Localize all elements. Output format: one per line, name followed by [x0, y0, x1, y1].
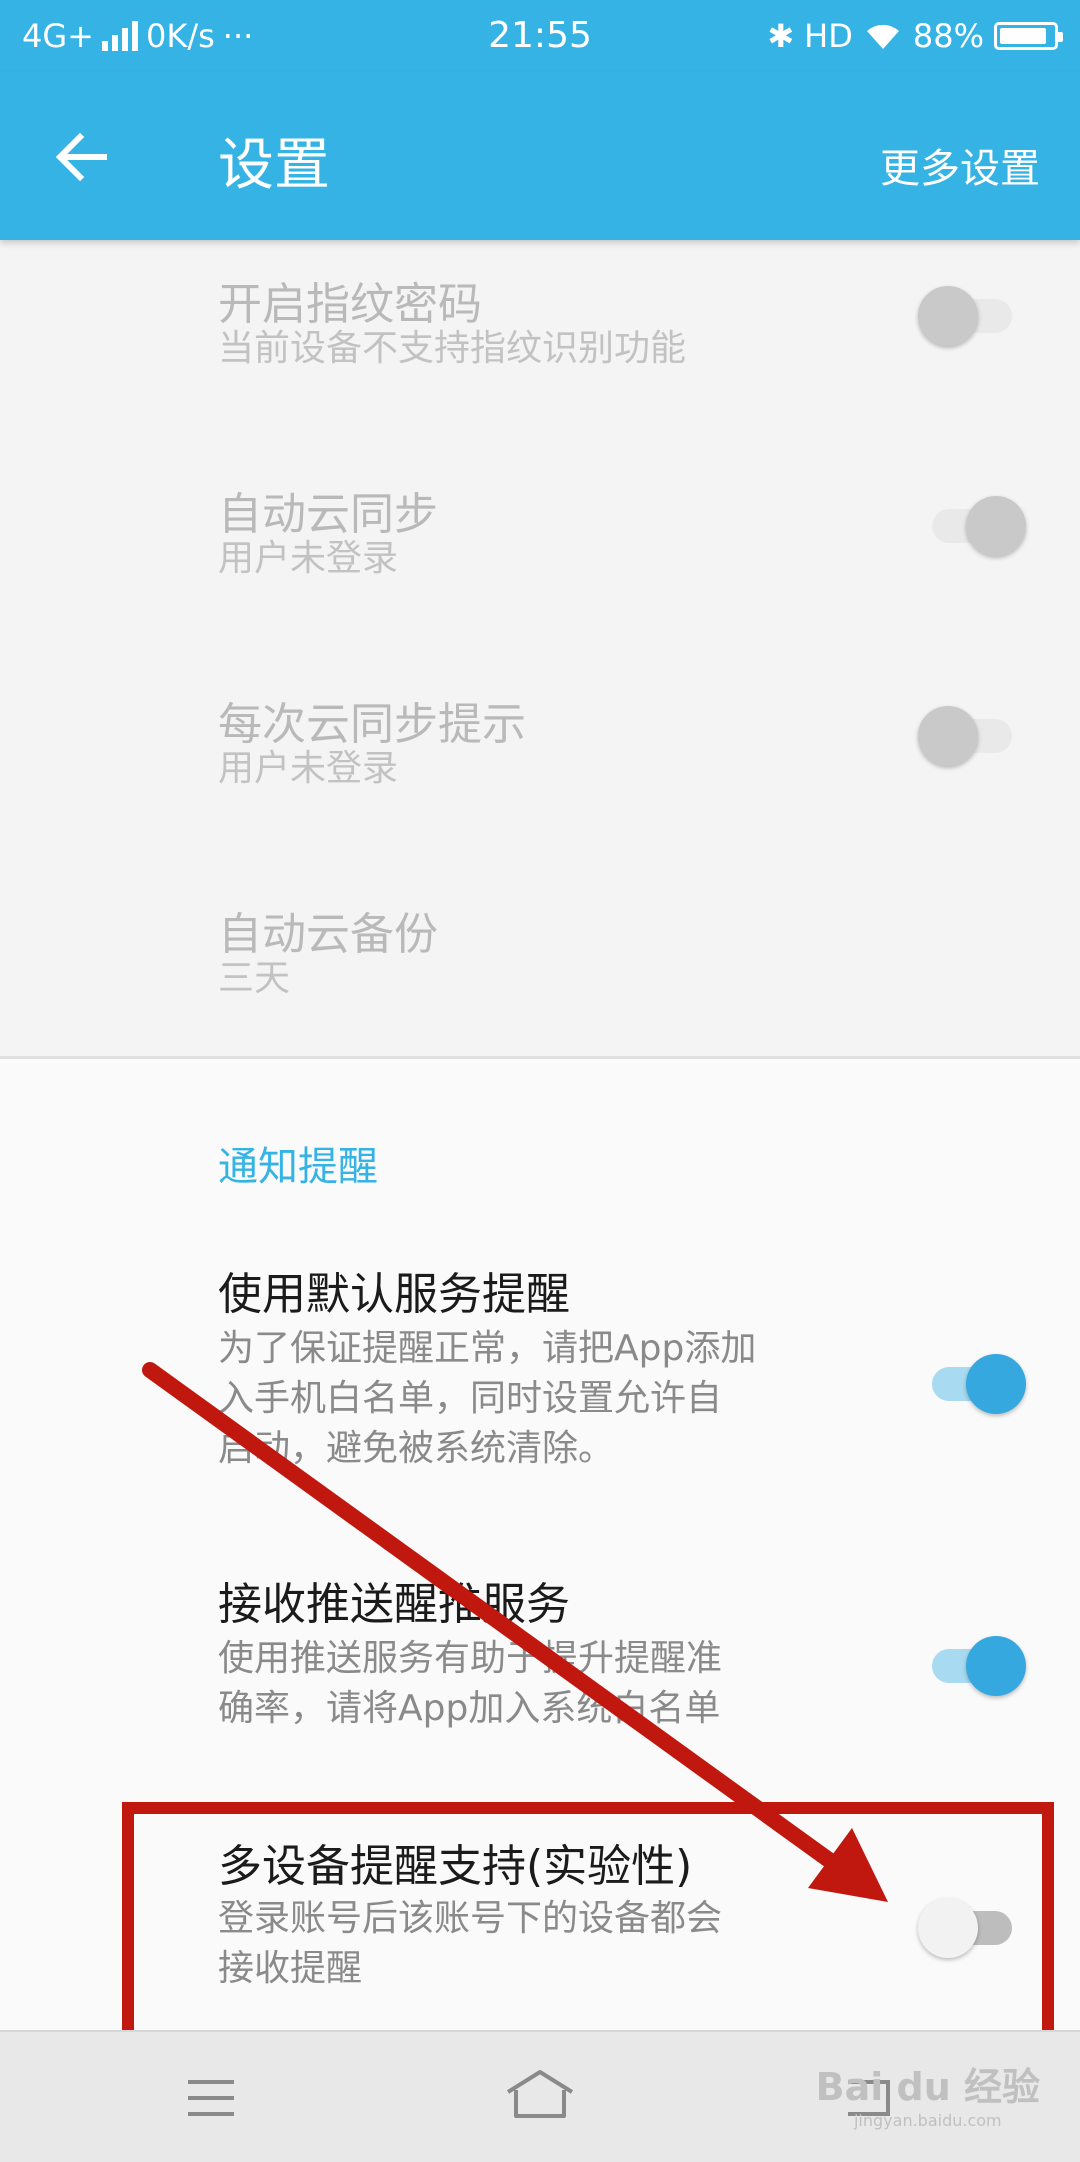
auto-sync-toggle[interactable]	[924, 496, 1026, 556]
hd-indicator: HD	[804, 17, 853, 55]
app-bar: 设置 更多设置	[0, 72, 1080, 240]
setting-default-reminder[interactable]: 使用默认服务提醒 为了保证提醒正常，请把App添加 入手机白名单，同时设置允许自…	[0, 1230, 1080, 1480]
setting-sync-prompt[interactable]: 每次云同步提示 用户未登录	[0, 660, 1080, 820]
setting-title: 自动云备份	[218, 909, 438, 960]
back-arrow-icon[interactable]	[48, 122, 118, 192]
setting-subtitle: 当前设备不支持指纹识别功能	[218, 328, 687, 369]
setting-title: 使用默认服务提醒	[218, 1269, 570, 1320]
setting-title: 开启指纹密码	[218, 279, 482, 330]
status-right: ✱ HD 88%	[767, 17, 1063, 55]
watermark-line2: jingyan.baidu.com	[853, 2111, 1002, 2130]
setting-fingerprint[interactable]: 开启指纹密码 当前设备不支持指纹识别功能	[0, 240, 1080, 420]
battery-percent: 88%	[912, 17, 984, 55]
push-service-toggle[interactable]	[924, 1636, 1026, 1696]
setting-title: 每次云同步提示	[218, 699, 526, 750]
watermark-logo: Bai du 经验 jingyan.baidu.com	[816, 2056, 1040, 2130]
setting-subtitle-line: 为了保证提醒正常，请把App添加	[218, 1328, 757, 1369]
setting-subtitle-line: 启动，避免被系统清除。	[218, 1428, 615, 1469]
setting-auto-sync[interactable]: 自动云同步 用户未登录	[0, 450, 1080, 610]
battery-icon	[994, 22, 1063, 50]
more-settings-button[interactable]: 更多设置	[880, 136, 1040, 194]
sync-prompt-toggle[interactable]	[918, 706, 1020, 766]
watermark-line1: Bai du 经验	[815, 2065, 1040, 2109]
menu-icon[interactable]	[186, 2078, 236, 2118]
battery-level	[1000, 28, 1046, 44]
setting-auto-backup[interactable]: 自动云备份 三天	[0, 870, 1080, 1030]
setting-title: 接收推送醒推服务	[218, 1579, 570, 1630]
section-divider	[0, 1056, 1080, 1059]
section-header-notifications: 通知提醒	[218, 1144, 378, 1190]
setting-subtitle-line: 入手机白名单，同时设置允许自	[218, 1378, 723, 1419]
fingerprint-toggle[interactable]	[918, 286, 1020, 346]
setting-title: 自动云同步	[218, 489, 438, 540]
page-title: 设置	[218, 133, 330, 198]
wifi-icon	[866, 24, 899, 49]
status-bar: 4G+ 0K/s ··· 21:55 ✱ HD 88%	[0, 0, 1080, 72]
highlight-box	[122, 1802, 1054, 2042]
setting-subtitle-line: 确率，请将App加入系统白名单	[218, 1688, 721, 1729]
setting-subtitle-line: 使用推送服务有助于提升提醒准	[218, 1638, 723, 1679]
setting-push-service[interactable]: 接收推送醒推服务 使用推送服务有助于提升提醒准 确率，请将App加入系统白名单	[0, 1540, 1080, 1750]
setting-subtitle: 用户未登录	[218, 538, 399, 579]
setting-subtitle: 用户未登录	[218, 748, 399, 789]
bluetooth-icon: ✱	[767, 17, 795, 55]
home-icon[interactable]	[504, 2068, 576, 2124]
default-reminder-toggle[interactable]	[924, 1354, 1026, 1414]
setting-subtitle: 三天	[218, 958, 291, 999]
system-nav-bar: Bai du 经验 jingyan.baidu.com	[0, 2030, 1080, 2162]
